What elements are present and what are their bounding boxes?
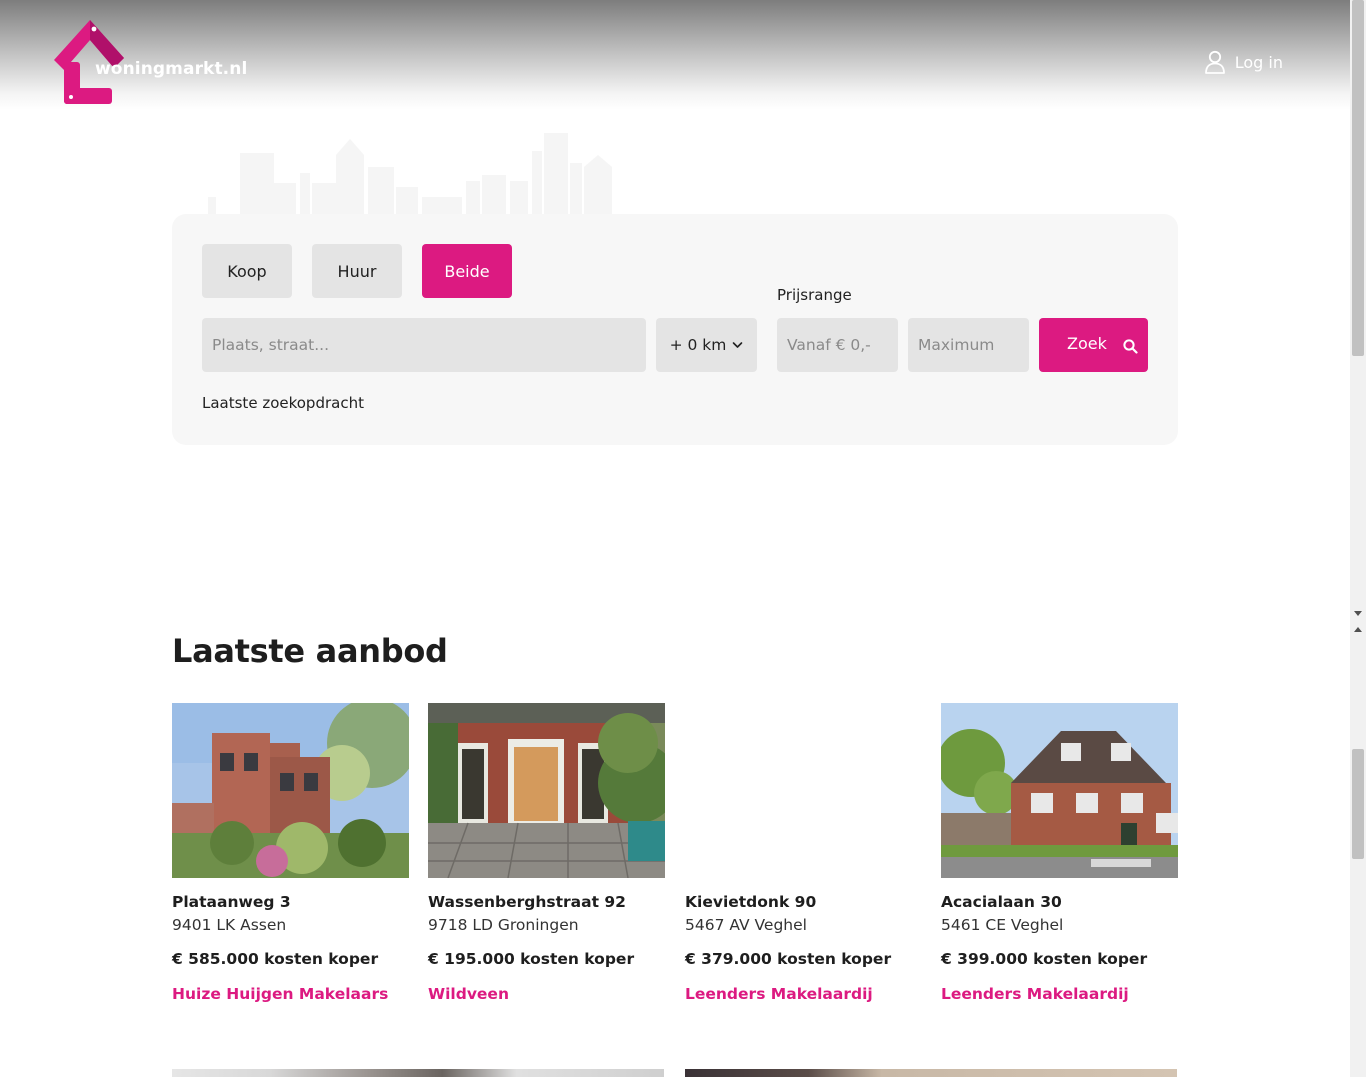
tab-huur[interactable]: Huur [312, 244, 402, 298]
login-label: Log in [1234, 52, 1283, 72]
scroll-up-arrow[interactable] [1354, 627, 1362, 632]
listing-address: Kievietdonk 90 [685, 893, 817, 911]
listing-city: 9718 LD Groningen [428, 916, 579, 934]
login-button[interactable]: Log in [1204, 50, 1283, 74]
tab-beide[interactable]: Beide [422, 244, 512, 298]
promo-banner-left[interactable] [172, 1069, 664, 1077]
search-button[interactable]: Zoek [1039, 318, 1148, 372]
radius-value: + 0 km [669, 336, 727, 354]
scroll-down-arrow[interactable] [1354, 611, 1362, 616]
listing-photo [428, 703, 665, 878]
scrollbar[interactable] [1350, 0, 1366, 1077]
listing-photo [685, 703, 922, 878]
location-input[interactable] [212, 318, 646, 372]
scrollbar-thumb[interactable] [1352, 0, 1364, 356]
search-icon [1123, 339, 1138, 354]
listing-city: 5461 CE Veghel [941, 916, 1064, 934]
min-price-input[interactable] [787, 318, 898, 372]
listing-photo [172, 703, 409, 878]
last-search-link[interactable]: Laatste zoekopdracht [202, 394, 364, 412]
listing-city: 5467 AV Veghel [685, 916, 807, 934]
listing-card[interactable]: Wassenberghstraat 92 9718 LD Groningen €… [428, 703, 665, 1003]
listing-city: 9401 LK Assen [172, 916, 287, 934]
site-header: woningmarkt.nl Log in [0, 0, 1350, 110]
listing-agent-link[interactable]: Leenders Makelaardij [685, 985, 922, 1003]
logo-wordmark: woningmarkt.nl [95, 59, 248, 79]
listing-price: € 379.000 kosten koper [685, 950, 892, 968]
radius-dropdown[interactable]: + 0 km [656, 318, 757, 372]
city-skyline-illustration [208, 133, 612, 217]
scrollbar-thumb-secondary[interactable] [1352, 749, 1364, 859]
user-icon [1204, 50, 1225, 74]
max-price-field [908, 318, 1029, 372]
listing-agent-link[interactable]: Wildveen [428, 985, 665, 1003]
listing-price: € 585.000 kosten koper [172, 950, 379, 968]
max-price-input[interactable] [918, 318, 1029, 372]
section-title: Laatste aanbod [172, 632, 448, 670]
location-field [202, 318, 646, 372]
listing-price: € 195.000 kosten koper [428, 950, 635, 968]
listing-card[interactable]: Acacialaan 30 5461 CE Veghel € 399.000 k… [941, 703, 1178, 1003]
listing-agent-link[interactable]: Leenders Makelaardij [941, 985, 1178, 1003]
search-panel: Koop Huur Beide Prijsrange + 0 km Zoek L… [172, 214, 1178, 445]
listing-photo [941, 703, 1178, 878]
min-price-field [777, 318, 898, 372]
listing-agent-link[interactable]: Huize Huijgen Makelaars [172, 985, 409, 1003]
listing-card[interactable]: Kievietdonk 90 5467 AV Veghel € 379.000 … [685, 703, 922, 1003]
price-range-label: Prijsrange [777, 286, 852, 304]
chevron-down-icon [733, 342, 743, 348]
listing-price: € 399.000 kosten koper [941, 950, 1148, 968]
listing-address: Plataanweg 3 [172, 893, 291, 911]
promo-banner-right[interactable] [685, 1069, 1177, 1077]
tab-koop[interactable]: Koop [202, 244, 292, 298]
listing-card[interactable]: Plataanweg 3 9401 LK Assen € 585.000 kos… [172, 703, 409, 1003]
listing-address: Wassenberghstraat 92 [428, 893, 626, 911]
listing-address: Acacialaan 30 [941, 893, 1062, 911]
search-button-label: Zoek [1067, 334, 1107, 353]
